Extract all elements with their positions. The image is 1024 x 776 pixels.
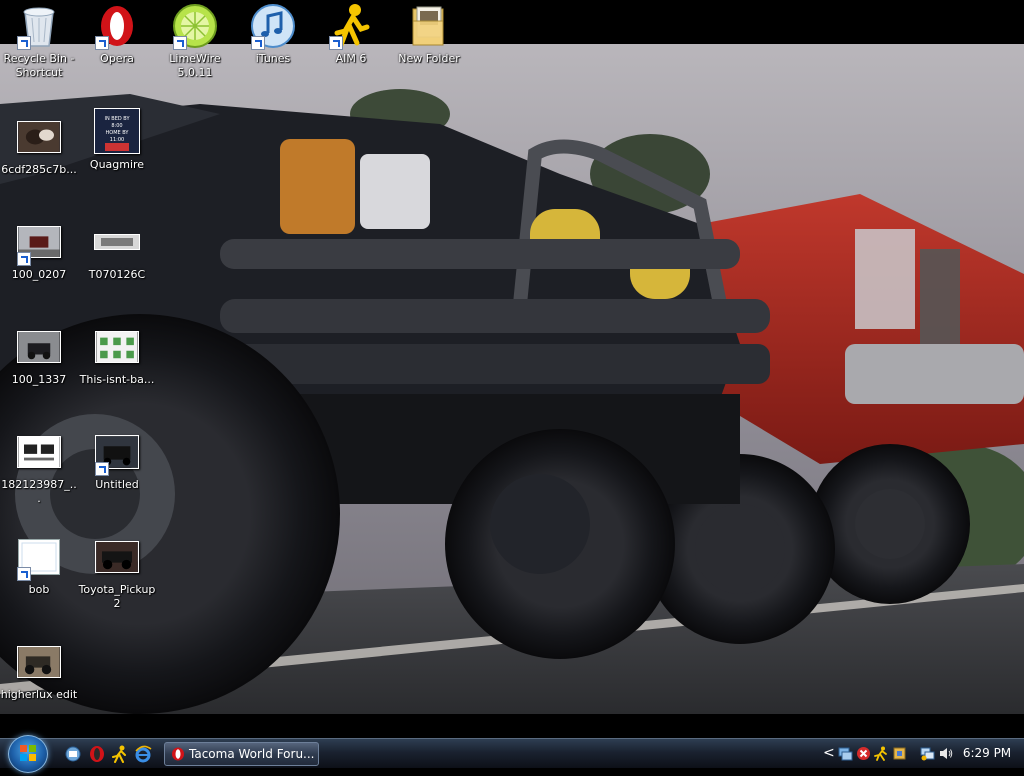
network-monitor-icon[interactable] <box>838 746 853 761</box>
desktop-icon-100-1337[interactable]: 100_1337 <box>0 323 78 387</box>
aim-icon <box>327 2 375 50</box>
svg-text:HOME BY: HOME BY <box>106 130 130 136</box>
svg-text:8:00: 8:00 <box>111 123 122 129</box>
shortcut-arrow-icon <box>17 567 31 581</box>
image-thumbnail-icon <box>93 533 141 581</box>
desktop-icon-label: Quagmire <box>89 158 145 171</box>
image-thumbnail-icon: IN BED BY 8:00 HOME BY 11:00 <box>93 106 141 156</box>
desktop-icon-6cdf285c7b[interactable]: 6cdf285c7b... <box>0 113 78 177</box>
desktop-icon-label: Toyota_Pickup2 <box>78 583 156 610</box>
desktop-icon-bob[interactable]: bob <box>0 533 78 597</box>
desktop-icon-label: 182123987_... <box>1 478 77 505</box>
shortcut-arrow-icon <box>17 252 31 266</box>
desktop-icon-label: Opera <box>100 52 134 65</box>
desktop-icon-higherlux-edit[interactable]: higherlux edit <box>0 638 78 702</box>
image-thumbnail-icon <box>15 323 63 371</box>
desktop-icon-itunes[interactable]: iTunes <box>234 2 312 66</box>
desktop-icon-label: LimeWire 5.0.11 <box>169 52 221 79</box>
desktop-icon-new-folder[interactable]: New Folder <box>390 2 468 66</box>
taskbar-clock[interactable]: 6:29 PM <box>962 739 1012 769</box>
desktop-icon-aim[interactable]: AIM 6 <box>312 2 390 66</box>
shortcut-arrow-icon <box>329 36 343 50</box>
itunes-icon <box>249 2 297 50</box>
image-thumbnail-icon <box>15 218 63 266</box>
desktop-icon-label: higherlux edit <box>0 688 78 701</box>
taskbar-window-button[interactable]: Tacoma World Foru... <box>164 742 319 766</box>
desktop-icon-182123987[interactable]: 182123987_... <box>0 428 78 506</box>
shortcut-arrow-icon <box>251 36 265 50</box>
aim-icon[interactable] <box>111 745 129 763</box>
limewire-icon <box>171 2 219 50</box>
recycle-bin-icon <box>15 2 63 50</box>
image-thumbnail-icon <box>15 113 63 161</box>
image-thumbnail-icon <box>15 428 63 476</box>
desktop-icon-t070126c[interactable]: T070126C <box>78 218 156 282</box>
desktop-icon-opera[interactable]: Opera <box>78 2 156 66</box>
shortcut-arrow-icon <box>17 36 31 50</box>
aim-icon[interactable] <box>874 746 889 761</box>
image-thumbnail-icon <box>15 533 63 581</box>
image-thumbnail-icon <box>93 428 141 476</box>
windows-logo-icon <box>20 745 36 761</box>
desktop-icon-label: Untitled <box>95 478 139 491</box>
show-desktop-icon[interactable] <box>64 745 82 763</box>
network-status-icon[interactable] <box>920 746 935 761</box>
desktop-icon-untitled[interactable]: Untitled <box>78 428 156 492</box>
desktop-icon-100-0207[interactable]: 100_0207 <box>0 218 78 282</box>
folder-icon <box>405 2 453 50</box>
desktop-icon-recycle-bin[interactable]: Recycle Bin - Shortcut <box>0 2 78 80</box>
opera-icon[interactable] <box>88 745 106 763</box>
desktop-icon-this-isnt-ba[interactable]: This-isnt-ba... <box>78 323 156 387</box>
desktop-icon-label: AIM 6 <box>335 52 367 65</box>
image-thumbnail-icon <box>93 323 141 371</box>
svg-text:11:00: 11:00 <box>110 137 124 143</box>
security-alert-icon[interactable] <box>856 746 871 761</box>
svg-text:IN BED BY: IN BED BY <box>104 116 130 122</box>
tray-expand-button[interactable]: < <box>823 739 835 767</box>
start-button[interactable] <box>8 735 48 773</box>
desktop-icon-label: T070126C <box>88 268 146 281</box>
desktop-icon-label: 100_0207 <box>11 268 67 281</box>
desktop-icon-label: 100_1337 <box>11 373 67 386</box>
desktop-icon-toyota-pickup2[interactable]: Toyota_Pickup2 <box>78 533 156 611</box>
desktop-icon-label: bob <box>28 583 50 596</box>
desktop-icon-label: Recycle Bin - Shortcut <box>3 52 75 79</box>
desktop-icon-quagmire[interactable]: IN BED BY 8:00 HOME BY 11:00 Quagmire <box>78 106 156 172</box>
image-thumbnail-icon <box>93 218 141 266</box>
desktop-icon-label: New Folder <box>398 52 460 65</box>
image-thumbnail-icon <box>15 638 63 686</box>
opera-icon <box>172 747 184 761</box>
internet-explorer-icon[interactable] <box>134 745 152 763</box>
shortcut-arrow-icon <box>95 462 109 476</box>
shortcut-arrow-icon <box>95 36 109 50</box>
volume-icon[interactable] <box>938 746 953 761</box>
desktop-icon-label: This-isnt-ba... <box>79 373 155 386</box>
shortcut-arrow-icon <box>173 36 187 50</box>
desktop-icon-limewire[interactable]: LimeWire 5.0.11 <box>156 2 234 80</box>
opera-icon <box>93 2 141 50</box>
desktop-icon-label: 6cdf285c7b... <box>1 163 77 176</box>
taskbar-window-title: Tacoma World Foru... <box>189 747 315 761</box>
taskbar: Tacoma World Foru... < 6:29 PM <box>0 735 1024 773</box>
updates-shield-icon[interactable] <box>892 746 907 761</box>
desktop-icon-label: iTunes <box>255 52 291 65</box>
